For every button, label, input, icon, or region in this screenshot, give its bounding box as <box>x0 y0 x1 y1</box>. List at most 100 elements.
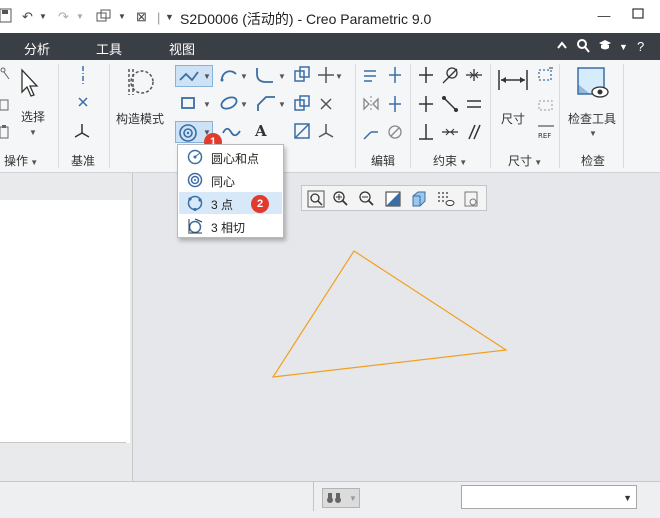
group-separator <box>490 64 491 168</box>
help-question-icon[interactable]: ? <box>637 39 644 54</box>
coordinate-point-icon[interactable] <box>318 96 334 115</box>
cut-icon[interactable] <box>0 66 10 83</box>
reference-dimension-icon[interactable]: REF <box>536 122 556 145</box>
refit-icon[interactable] <box>307 190 325 208</box>
maximize-icon[interactable] <box>628 8 648 24</box>
parallel-constraint-icon[interactable] <box>465 123 483 144</box>
undo-icon[interactable]: ↶ <box>22 9 33 25</box>
regenerate-icon[interactable] <box>96 9 112 28</box>
coincident-constraint-icon[interactable] <box>441 95 459 116</box>
dimension-button-label[interactable]: 尺寸 <box>501 110 525 127</box>
thicken-tool-icon[interactable] <box>293 95 311 116</box>
coordinate-system-icon[interactable] <box>73 122 91 143</box>
dropdown-item-concentric[interactable]: 同心 <box>179 169 282 191</box>
construction-mode-icon[interactable] <box>124 66 156 101</box>
find-button[interactable]: ▼ <box>322 488 360 508</box>
close-window-icon[interactable]: ⊠ <box>136 9 147 25</box>
inspect-tool-label[interactable]: 检查工具 <box>568 110 616 127</box>
tab-analysis[interactable]: 分析 <box>24 39 50 58</box>
dropdown-item-label: 同心 <box>211 175 236 189</box>
operations-group-label[interactable]: 操作 ▼ <box>4 152 38 169</box>
select-arrow-icon[interactable] <box>19 68 41 101</box>
arc-dropdown-icon[interactable]: ▼ <box>240 72 248 81</box>
redo-icon[interactable]: ↷ <box>58 9 69 25</box>
dimension-group-label[interactable]: 尺寸 ▼ <box>508 152 542 169</box>
construction-coord-icon[interactable] <box>317 122 335 143</box>
zoom-in-icon[interactable] <box>332 190 350 208</box>
point-tool-icon[interactable] <box>317 66 335 87</box>
copy-icon[interactable] <box>0 98 10 115</box>
symmetric-constraint-icon[interactable] <box>441 123 459 144</box>
offset-tool-icon[interactable] <box>293 66 311 87</box>
dropdown-item-three-tangent[interactable]: 3 相切 <box>179 215 282 237</box>
centerline-icon[interactable] <box>76 66 90 89</box>
tangent-constraint-icon[interactable] <box>441 66 459 87</box>
selection-filter-dropdown[interactable]: ▼ <box>461 485 637 509</box>
redo-dropdown-icon[interactable]: ▼ <box>76 12 84 21</box>
perimeter-icon[interactable] <box>537 66 555 87</box>
inspect-tool-dropdown-icon[interactable]: ▼ <box>589 129 597 138</box>
paste-icon[interactable] <box>0 124 10 143</box>
perpendicular-constraint-icon[interactable] <box>417 123 435 144</box>
modify-icon[interactable] <box>362 66 380 87</box>
inspect-group-label: 检查 <box>581 154 606 168</box>
quick-access-dropdown-icon[interactable]: ▼ <box>165 12 174 22</box>
select-dropdown-icon[interactable]: ▼ <box>29 128 37 137</box>
vertical-constraint-icon[interactable] <box>417 66 435 87</box>
constrain-group-label[interactable]: 约束 ▼ <box>433 152 467 169</box>
tab-view[interactable]: 视图 <box>169 39 195 58</box>
chamfer-tool-icon[interactable] <box>256 95 276 116</box>
minimize-icon[interactable]: — <box>594 8 614 24</box>
model-tree-divider <box>0 442 126 443</box>
fillet-tool-icon[interactable] <box>254 66 274 89</box>
group-separator <box>355 64 356 168</box>
spline-tool-icon[interactable] <box>221 123 241 144</box>
sketch-display-filters-icon[interactable] <box>436 190 455 208</box>
equal-constraint-icon[interactable] <box>465 95 483 116</box>
delete-segment-icon[interactable] <box>386 123 404 144</box>
rectangle-dropdown-icon[interactable]: ▼ <box>203 100 211 109</box>
group-separator <box>559 64 560 168</box>
text-tool-icon[interactable]: A <box>255 122 267 140</box>
dimension-icon[interactable] <box>497 68 529 95</box>
arc-tool-icon[interactable] <box>219 66 239 89</box>
three-tangent-circle-icon <box>187 218 203 234</box>
zoom-out-icon[interactable] <box>358 190 376 208</box>
display-style-icon[interactable] <box>410 190 428 208</box>
baseline-icon[interactable] <box>537 95 555 116</box>
datum-point-icon[interactable] <box>76 95 90 112</box>
chamfer-dropdown-icon[interactable]: ▼ <box>278 100 286 109</box>
model-tree-area[interactable] <box>0 200 130 443</box>
tab-tools[interactable]: 工具 <box>96 39 122 58</box>
help-icon[interactable] <box>598 39 612 54</box>
palette-tool-icon[interactable] <box>293 122 311 143</box>
ellipse-tool-icon[interactable] <box>219 95 239 114</box>
save-icon[interactable] <box>0 8 12 27</box>
line-tool-button[interactable]: ▼ <box>175 65 213 87</box>
help-dropdown-icon[interactable]: ▼ <box>619 42 628 52</box>
fillet-dropdown-icon[interactable]: ▼ <box>278 72 286 81</box>
point-dropdown-icon[interactable]: ▼ <box>335 72 343 81</box>
rotate-resize-icon[interactable] <box>362 123 380 144</box>
datum-group-label: 基准 <box>71 154 96 168</box>
ellipse-dropdown-icon[interactable]: ▼ <box>240 100 248 109</box>
regenerate-dropdown-icon[interactable]: ▼ <box>118 12 126 21</box>
horizontal-constraint-icon[interactable] <box>417 95 435 116</box>
repaint-icon[interactable] <box>384 190 402 208</box>
svg-text:REF: REF <box>538 132 551 140</box>
midpoint-constraint-icon[interactable] <box>465 66 483 87</box>
sketch-view-icon[interactable] <box>462 190 480 208</box>
dropdown-item-center-point[interactable]: 圆心和点 <box>179 146 282 168</box>
rectangle-tool-icon[interactable] <box>180 95 196 114</box>
collapse-ribbon-icon[interactable] <box>556 39 568 54</box>
undo-dropdown-icon[interactable]: ▼ <box>39 12 47 21</box>
inspect-tool-icon[interactable] <box>576 66 610 103</box>
select-button-label[interactable]: 选择 <box>21 108 45 125</box>
dropdown-item-label: 3 点 <box>211 198 234 212</box>
search-icon[interactable] <box>577 39 590 56</box>
mirror-icon[interactable] <box>362 95 380 116</box>
corner-icon[interactable] <box>387 95 403 116</box>
divide-icon[interactable] <box>387 66 403 87</box>
construction-mode-label[interactable]: 构造模式 <box>116 110 164 127</box>
circle-type-dropdown: 圆心和点 同心 3 点 3 相切 <box>177 144 284 238</box>
